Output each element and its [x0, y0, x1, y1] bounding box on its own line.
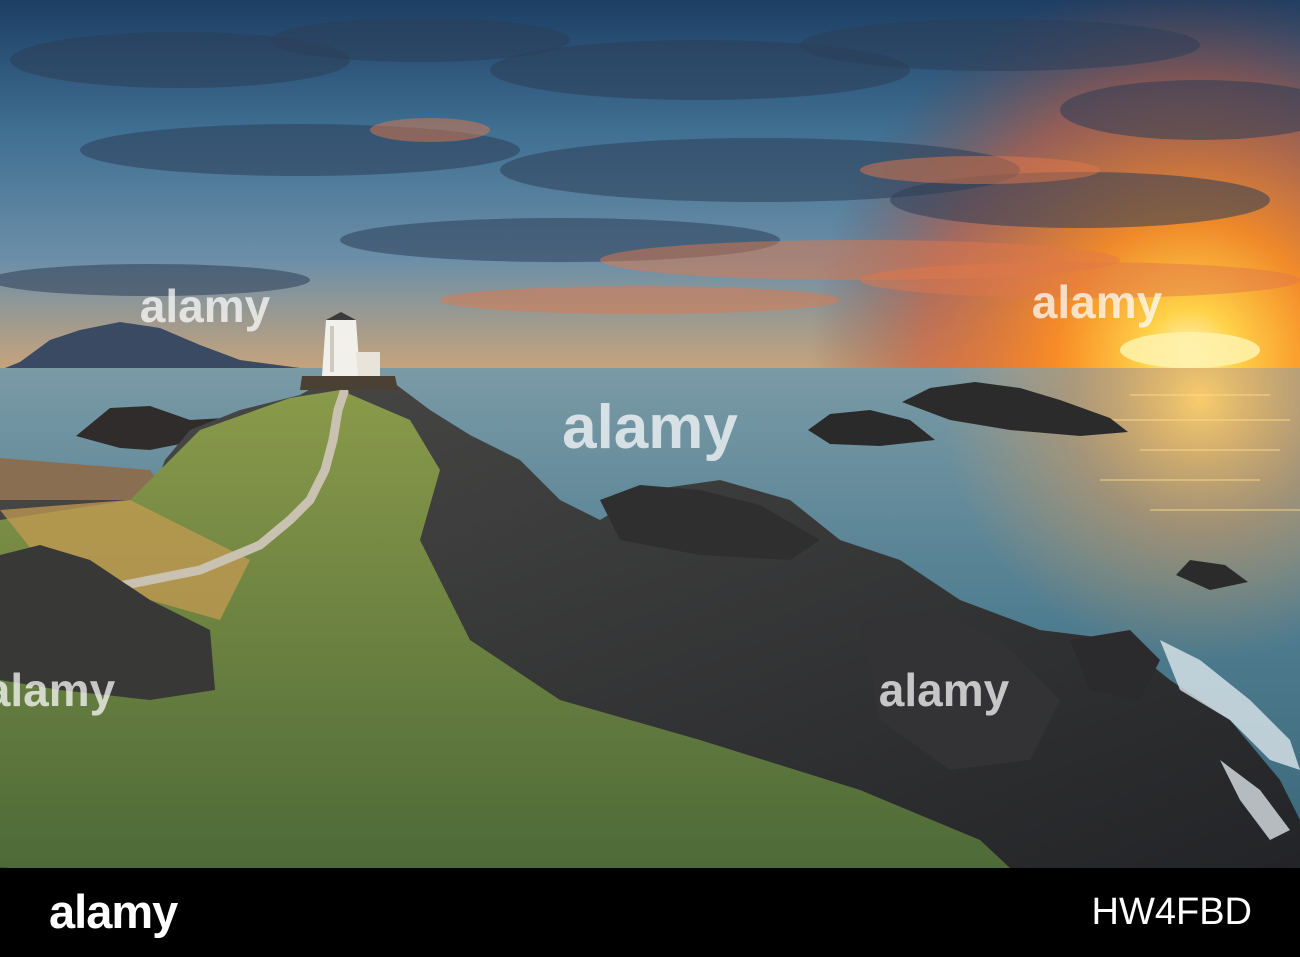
footer-url: www.alamy.com: [0, 868, 8, 869]
watermark-right-top: alamy: [1032, 276, 1163, 328]
watermark-left-top: alamy: [140, 280, 271, 332]
lighthouse-sunset-photo: alamy alamy alamy alamy alamy: [0, 0, 1300, 868]
watermark-left-bottom: alamy: [0, 664, 116, 716]
alamy-logo: alamy: [49, 885, 178, 938]
sun: [1120, 332, 1260, 368]
footer-bar: alamy HW4FBD www.alamy.com: [0, 868, 1300, 957]
watermark-right-bottom: alamy: [879, 664, 1010, 716]
image-id: HW4FBD: [1091, 891, 1252, 933]
stock-photo-frame: alamy alamy alamy alamy alamy alamy HW4F…: [0, 0, 1300, 957]
watermark-center: alamy: [562, 393, 738, 462]
